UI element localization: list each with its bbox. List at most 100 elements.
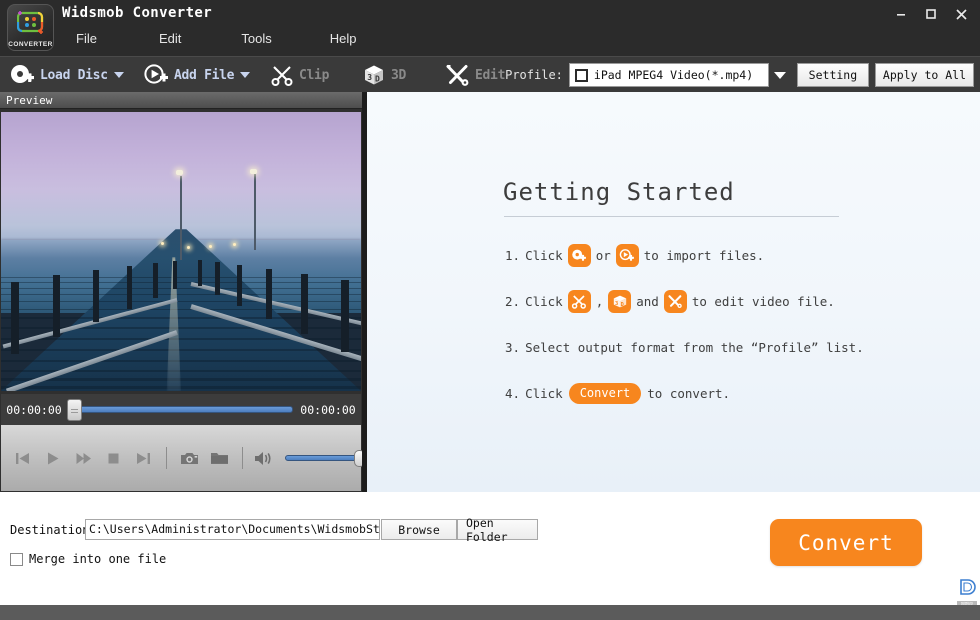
fast-forward-button[interactable] xyxy=(70,443,96,473)
cube-3d-icon-small: 3 D xyxy=(613,295,626,307)
step-2-tail-label: to edit video file. xyxy=(691,293,835,309)
profile-label: Profile: xyxy=(505,68,563,82)
step-2-and-label: and xyxy=(636,293,659,309)
three-d-button[interactable]: 3 D 3D xyxy=(358,57,410,93)
minimize-icon[interactable] xyxy=(886,2,916,26)
time-current: 00:00:00 xyxy=(6,402,62,417)
video-preview-area[interactable] xyxy=(1,112,361,391)
controls-divider-2 xyxy=(241,447,243,469)
window-title: Widsmob Converter xyxy=(62,5,213,21)
stop-button[interactable] xyxy=(100,443,126,473)
convert-step-pill[interactable]: Convert xyxy=(568,382,642,404)
svg-text:3: 3 xyxy=(367,73,372,82)
title-bar: CONVERTER Widsmob Converter File Edit To… xyxy=(0,0,980,56)
edit-step-icon[interactable] xyxy=(663,289,687,313)
seek-bar[interactable]: 00:00:00 00:00:00 xyxy=(1,394,361,425)
scissors-icon-small xyxy=(572,294,587,309)
close-icon[interactable] xyxy=(946,2,976,26)
watermark-logo: 数据恢复 xyxy=(957,578,977,608)
merge-checkbox[interactable] xyxy=(10,552,23,566)
edit-button[interactable]: Edit xyxy=(440,57,509,93)
add-file-step-icon[interactable] xyxy=(615,243,639,267)
step-3-number: 3. xyxy=(505,339,521,355)
profile-select[interactable]: iPad MPEG4 Video(*.mp4) xyxy=(568,63,769,87)
menu-item-edit[interactable]: Edit xyxy=(153,30,187,47)
step-3-text: Select output format from the “Profile” … xyxy=(525,339,864,355)
fast-forward-icon xyxy=(76,452,91,464)
add-file-icon-small xyxy=(619,248,635,261)
clip-button[interactable]: Clip xyxy=(266,57,333,93)
play-button[interactable] xyxy=(39,443,65,473)
controls-divider xyxy=(166,447,167,469)
stop-icon xyxy=(108,453,119,463)
clip-label: Clip xyxy=(299,67,330,83)
add-file-icon xyxy=(144,64,168,84)
maximize-icon[interactable] xyxy=(916,2,946,26)
menu-bar: File Edit Tools Help xyxy=(62,30,362,47)
clip-step-icon[interactable] xyxy=(567,289,591,313)
play-icon xyxy=(48,452,59,464)
profile-chevron-down-icon[interactable] xyxy=(768,63,791,87)
wrench-screwdriver-icon-small xyxy=(668,294,683,308)
getting-started-step-4: 4. Click Convert to convert. xyxy=(505,370,965,416)
add-file-button[interactable]: Add File xyxy=(140,57,254,93)
volume-slider[interactable] xyxy=(285,450,365,467)
svg-text:D: D xyxy=(620,301,623,307)
seek-track[interactable] xyxy=(67,399,293,421)
window-controls xyxy=(886,0,976,28)
setting-button[interactable]: Setting xyxy=(796,63,869,87)
load-disc-step-icon[interactable] xyxy=(567,243,591,267)
convert-button[interactable]: Convert xyxy=(770,519,922,566)
load-disc-chevron-down-icon[interactable] xyxy=(113,72,124,78)
open-folder-button[interactable] xyxy=(206,443,232,473)
app-logo-icon: CONVERTER xyxy=(7,4,54,51)
previous-button[interactable] xyxy=(9,443,35,473)
browse-button[interactable]: Browse xyxy=(381,519,457,540)
step-4-click-label: Click xyxy=(525,385,563,401)
snapshot-button[interactable] xyxy=(176,443,202,473)
time-total: 00:00:00 xyxy=(300,402,356,417)
folder-icon xyxy=(211,453,229,464)
preview-tab-label: Preview xyxy=(6,94,53,107)
svg-text:D: D xyxy=(375,74,380,83)
seek-thumb[interactable] xyxy=(67,399,82,421)
getting-started-panel: Getting Started 1. Click or to import fi… xyxy=(367,92,980,492)
edit-label: Edit xyxy=(475,67,506,83)
destination-input[interactable]: C:\Users\Administrator\Documents\Widsmob… xyxy=(85,519,380,540)
profile-format-icon xyxy=(574,68,588,82)
step-2-click-label: Click xyxy=(525,293,563,309)
add-file-label: Add File xyxy=(174,67,235,83)
menu-item-help[interactable]: Help xyxy=(324,30,363,47)
add-file-chevron-down-icon[interactable] xyxy=(240,72,251,78)
getting-started-title: Getting Started xyxy=(503,178,735,206)
previous-icon xyxy=(15,452,29,464)
merge-checkbox-label: Merge into one file xyxy=(29,552,167,566)
getting-started-step-3: 3. Select output format from the “Profil… xyxy=(505,324,965,370)
scissors-icon xyxy=(271,66,293,86)
profile-selected-value: iPad MPEG4 Video(*.mp4) xyxy=(593,68,754,82)
getting-started-step-2: 2. Click , 3 D and to edit video file. xyxy=(505,278,965,324)
three-d-step-icon[interactable]: 3 D xyxy=(608,289,632,313)
svg-text:3: 3 xyxy=(615,300,618,306)
menu-item-tools[interactable]: Tools xyxy=(235,30,277,47)
step-1-tail-label: to import files. xyxy=(643,247,765,263)
app-logo-caption: CONVERTER xyxy=(8,41,53,48)
menu-item-file[interactable]: File xyxy=(70,30,103,47)
next-button[interactable] xyxy=(131,443,157,473)
merge-into-one-file-row[interactable]: Merge into one file xyxy=(10,552,166,566)
open-folder-button-bottom[interactable]: Open Folder xyxy=(457,516,538,544)
cube-3d-icon: 3 D xyxy=(365,65,383,85)
main-toolbar: Load Disc Add File Clip 3 D 3D Edit Prof… xyxy=(0,56,980,92)
volume-button[interactable] xyxy=(252,443,278,473)
apply-to-all-button[interactable]: Apply to All xyxy=(874,63,974,87)
preview-tab[interactable]: Preview xyxy=(0,92,362,109)
camera-icon xyxy=(180,452,198,464)
load-disc-icon-small xyxy=(572,249,587,261)
load-disc-button[interactable]: Load Disc xyxy=(6,57,128,93)
preview-panel: Preview 00:00:00 00:00:00 xyxy=(0,92,365,492)
step-2-comma-label: , xyxy=(595,293,604,309)
step-1-number: 1. xyxy=(505,247,521,263)
status-bar xyxy=(0,605,980,620)
step-4-tail-label: to convert. xyxy=(647,385,731,401)
getting-started-step-1: 1. Click or to import files. xyxy=(505,232,965,278)
